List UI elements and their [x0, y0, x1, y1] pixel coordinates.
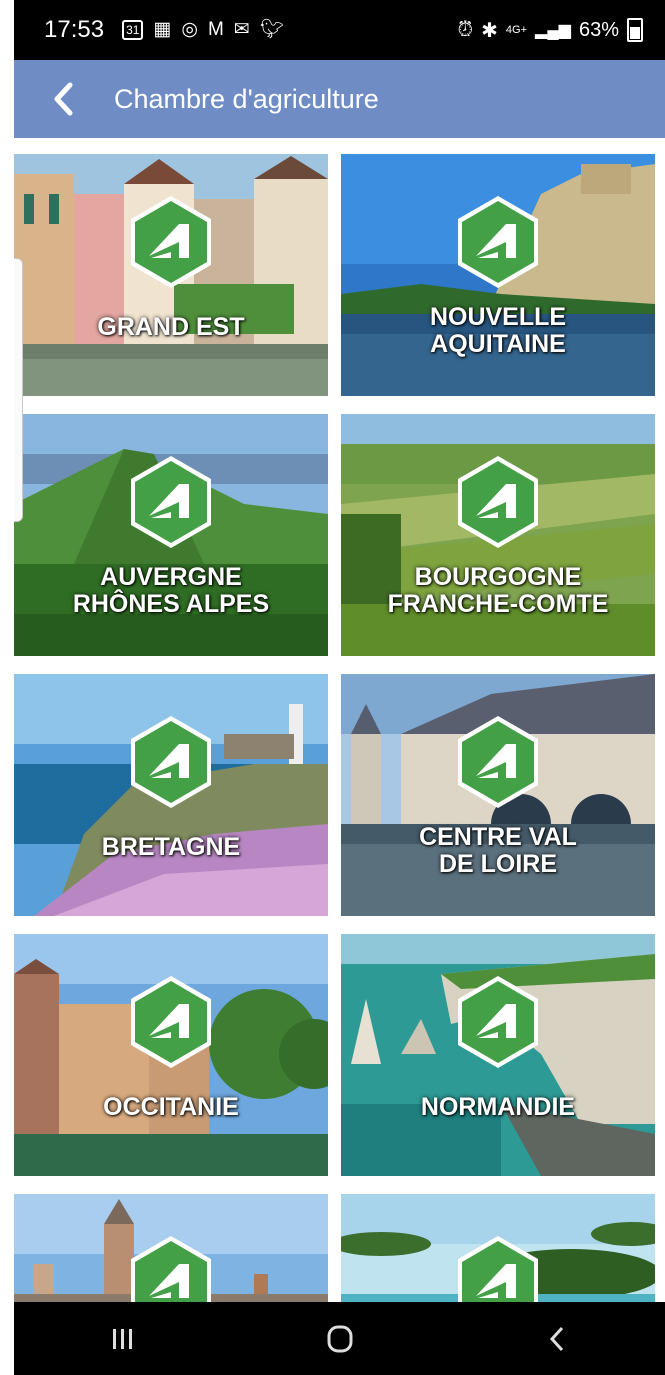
region-name: BOURGOGNE FRANCHE-COMTE [341, 564, 655, 618]
app-bar: Chambre d'agriculture [14, 60, 665, 138]
chamber-logo-icon [131, 1236, 211, 1302]
chamber-logo-icon [131, 716, 211, 808]
region-tile[interactable]: NOUVELLE AQUITAINE [341, 154, 655, 396]
region-name-line: AQUITAINE [430, 330, 566, 358]
status-bar: 17:53 31 ▦ ◎ M ✉ 🐦︎ ⏰︎ ✱ 4G+ ▂▄▆ 63% [14, 0, 665, 60]
region-name-line: NOUVELLE [429, 303, 567, 331]
signal-icon: ▂▄▆ [535, 22, 571, 39]
network-type: 4G+ [505, 24, 528, 36]
region-name-line: NORMANDIE [420, 1093, 576, 1121]
bluetooth-icon: ✱ [481, 19, 498, 42]
chamber-logo-icon [458, 196, 538, 288]
page-title: Chambre d'agriculture [114, 83, 379, 114]
system-back-button[interactable] [507, 1309, 607, 1369]
region-tile[interactable] [341, 1194, 655, 1302]
region-name-line: OCCITANIE [103, 1093, 239, 1121]
region-tile[interactable]: AUVERGNE RHÔNES ALPES [14, 414, 328, 656]
region-name: OCCITANIE [14, 1094, 328, 1121]
region-tile[interactable] [14, 1194, 328, 1302]
region-name-line: FRANCHE-COMTE [387, 590, 609, 618]
alarm-icon: ⏰︎ [457, 18, 474, 41]
chamber-logo-icon [131, 456, 211, 548]
battery-icon [627, 18, 643, 42]
region-tile[interactable]: OCCITANIE [14, 934, 328, 1176]
home-button[interactable] [290, 1309, 390, 1369]
region-name-line: AUVERGNE [100, 563, 242, 591]
edge-panel-handle[interactable] [14, 258, 23, 522]
recent-apps-button[interactable] [73, 1309, 173, 1369]
chamber-logo-icon [458, 456, 538, 548]
region-name-line: RHÔNES ALPES [72, 590, 270, 618]
mail-icon: ✉ [233, 19, 250, 40]
home-icon [327, 1325, 352, 1352]
chamber-logo-icon [458, 976, 538, 1068]
instagram-icon: ◎ [181, 19, 198, 40]
chevron-left-icon [54, 82, 73, 116]
chamber-logo-icon [458, 1236, 538, 1302]
region-tile[interactable]: NORMANDIE [341, 934, 655, 1176]
region-name: NORMANDIE [341, 1094, 655, 1121]
chamber-logo-icon [458, 716, 538, 808]
region-tile[interactable]: CENTRE VAL DE LOIRE [341, 674, 655, 916]
region-name-line: BRETAGNE [101, 833, 241, 861]
region-name: AUVERGNE RHÔNES ALPES [14, 564, 328, 618]
region-name-line: BOURGOGNE [414, 563, 582, 591]
region-name: GRAND EST [14, 314, 328, 341]
region-name: NOUVELLE AQUITAINE [341, 304, 655, 358]
status-time: 17:53 [44, 16, 105, 43]
region-name: BRETAGNE [14, 834, 328, 861]
status-right: ⏰︎ ✱ 4G+ ▂▄▆ 63% [458, 18, 643, 43]
region-tile[interactable]: GRAND EST [14, 154, 328, 396]
back-icon [549, 1326, 563, 1351]
gmail-icon: M [207, 19, 224, 40]
region-name-line: DE LOIRE [438, 850, 558, 878]
region-name-line: CENTRE VAL [419, 823, 577, 851]
notification-icons: 31 ▦ ◎ M ✉ 🐦︎ [122, 20, 284, 40]
region-tile[interactable]: BRETAGNE [14, 674, 328, 916]
region-grid: GRAND EST NOUVELLE AQUITAINE AUVERGNE RHÔN… [14, 138, 665, 1302]
chamber-logo-icon [131, 976, 211, 1068]
back-button[interactable] [30, 60, 96, 138]
twitter-icon: 🐦︎ [259, 19, 284, 40]
region-name: CENTRE VAL DE LOIRE [341, 824, 655, 878]
chamber-logo-icon [131, 196, 211, 288]
region-tile[interactable]: BOURGOGNE FRANCHE-COMTE [341, 414, 655, 656]
qr-code-icon: ▦ [153, 19, 172, 40]
phone-screen: 17:53 31 ▦ ◎ M ✉ 🐦︎ ⏰︎ ✱ 4G+ ▂▄▆ 63% Cha… [14, 0, 665, 1375]
system-nav-bar [14, 1302, 665, 1375]
recent-apps-icon [112, 1328, 132, 1349]
calendar-icon: 31 [122, 20, 144, 40]
battery-percent: 63% [578, 18, 619, 41]
region-name-line: GRAND EST [97, 313, 245, 341]
